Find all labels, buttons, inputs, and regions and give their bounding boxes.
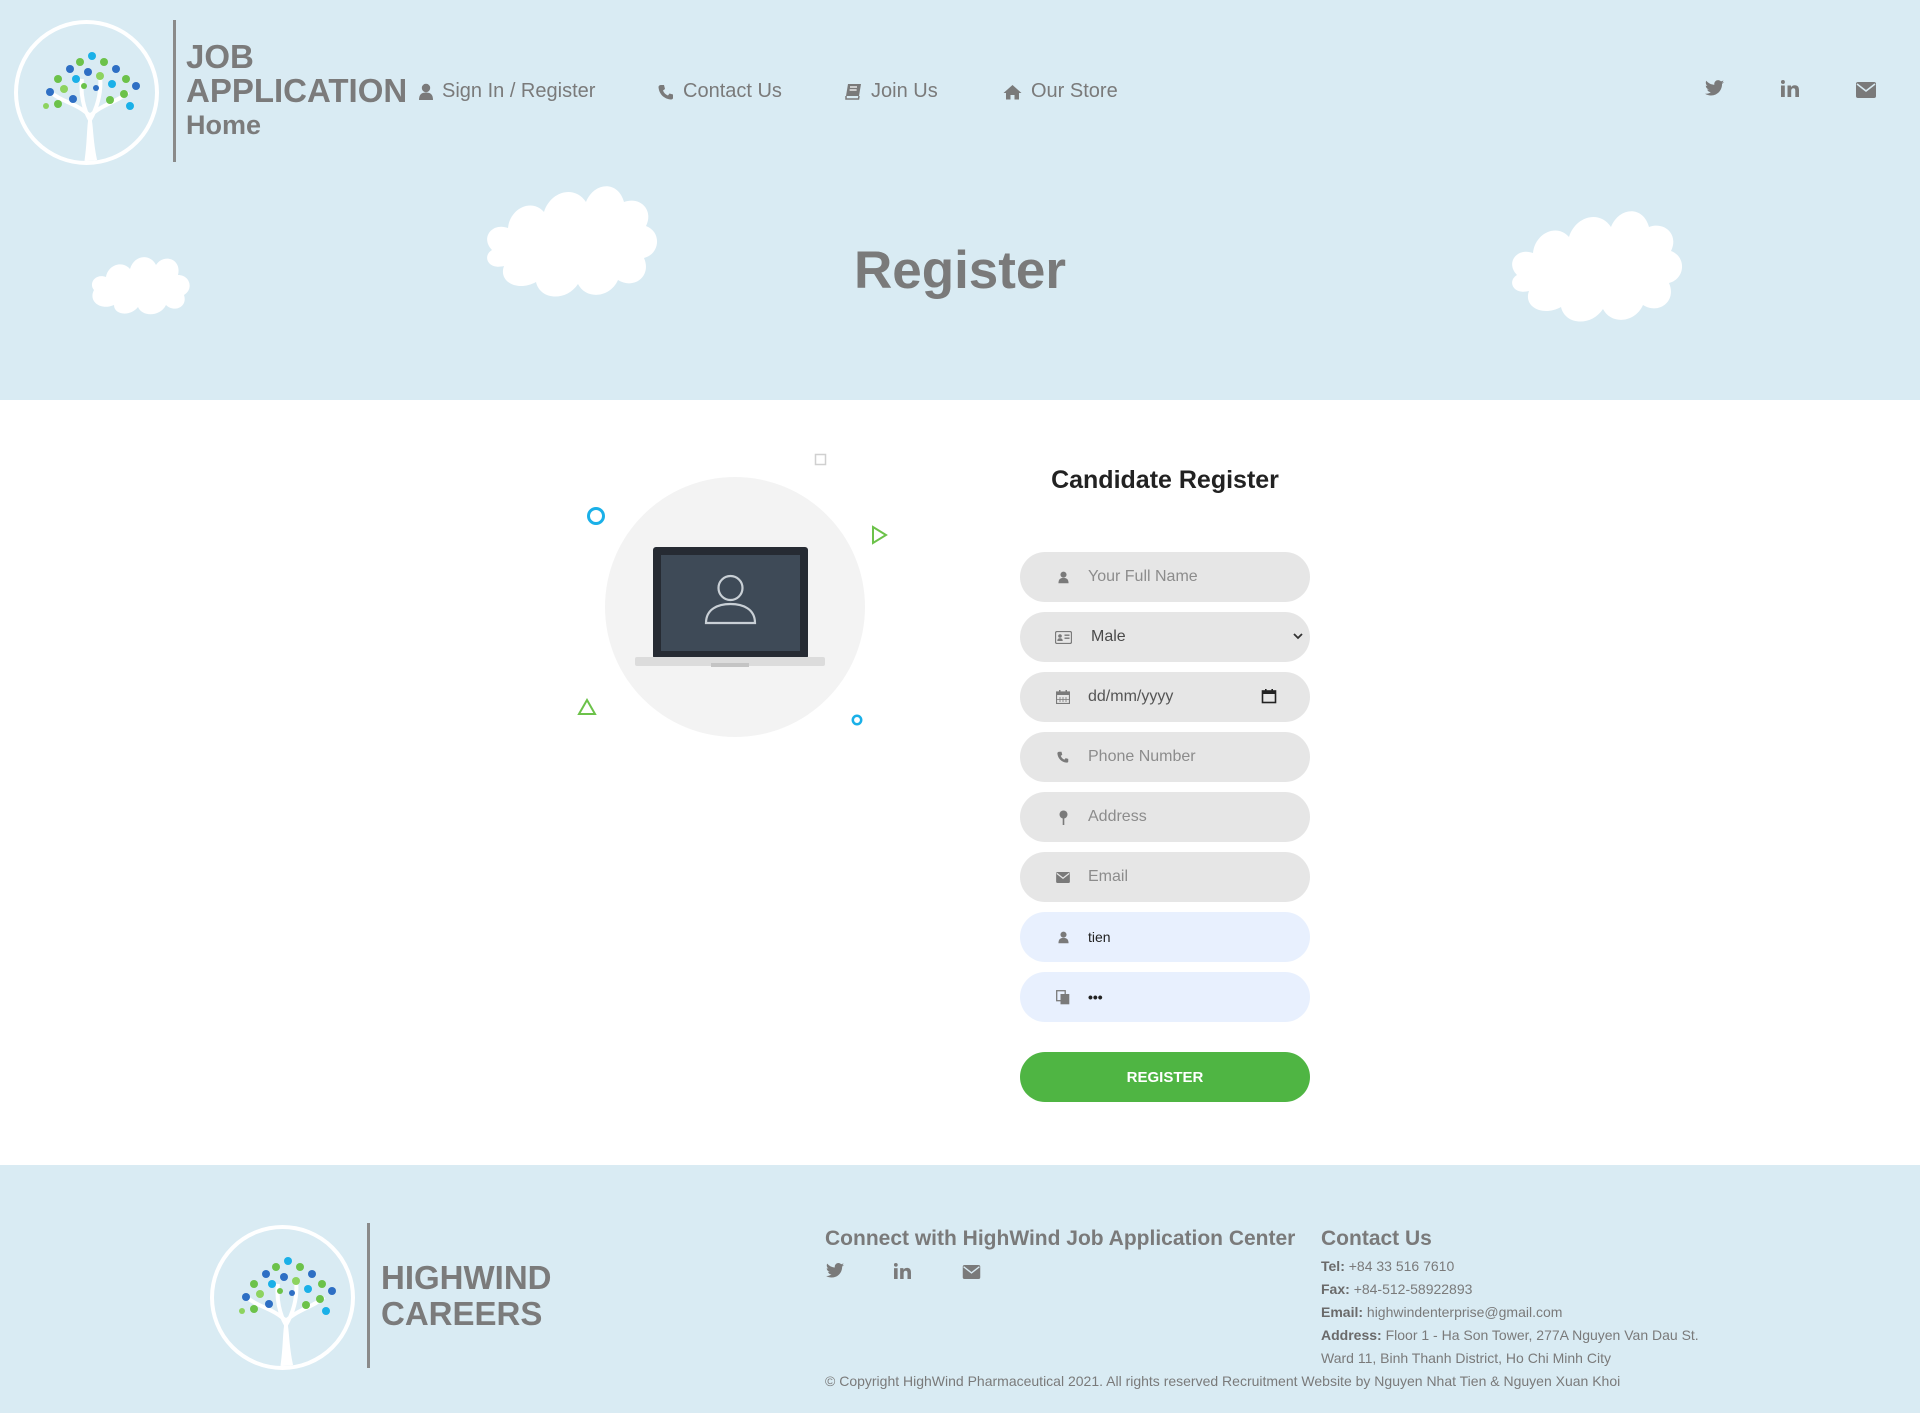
nav-join-us-label: Join Us (871, 80, 938, 102)
brand-line-1: JOB (186, 38, 254, 75)
triangle-decoration (577, 698, 597, 715)
footer-address: Address: Floor 1 - Ha Son Tower, 277A Ng… (1321, 1327, 1699, 1343)
map-pin-icon (1053, 810, 1073, 825)
nav-sign-in-register[interactable]: Sign In / Register (419, 80, 595, 103)
footer-brand-line-1: HIGHWIND (381, 1259, 552, 1296)
phone-number-input[interactable]: Phone Number (1020, 732, 1310, 782)
brand-home-link[interactable]: Home (186, 108, 407, 142)
username-input[interactable]: tien (1020, 912, 1310, 962)
footer-logo-divider (367, 1223, 370, 1368)
email-input[interactable]: Email (1020, 852, 1310, 902)
twitter-icon[interactable] (1705, 80, 1724, 96)
gender-value: Male (1091, 628, 1126, 645)
tree-logo[interactable] (14, 20, 159, 165)
phone-placeholder: Phone Number (1088, 748, 1196, 765)
footer-email: Email: highwindenterprise@gmail.com (1321, 1304, 1562, 1320)
copy-icon (1053, 989, 1073, 1005)
date-of-birth-input[interactable]: dd/mm/yyyy (1020, 672, 1310, 722)
envelope-icon[interactable] (962, 1265, 981, 1279)
gender-select[interactable]: Male (1020, 612, 1310, 662)
nav-join-us[interactable]: Join Us (845, 80, 938, 103)
square-decoration (814, 453, 827, 466)
password-value: ••• (1088, 989, 1103, 1005)
user-icon (1053, 571, 1073, 584)
laptop-user-icon (635, 547, 825, 667)
linkedin-icon[interactable] (894, 1263, 911, 1279)
linkedin-icon[interactable] (1781, 80, 1799, 97)
logo-divider (173, 20, 176, 162)
address-input[interactable]: Address (1020, 792, 1310, 842)
circle-decoration (587, 507, 605, 525)
envelope-icon (1053, 871, 1073, 883)
nav-our-store[interactable]: Our Store (1003, 80, 1118, 103)
nav-contact-us-label: Contact Us (683, 80, 782, 102)
play-triangle-decoration (872, 525, 888, 545)
address-placeholder: Address (1088, 808, 1147, 825)
date-placeholder: dd/mm/yyyy (1088, 688, 1174, 705)
footer-brand: HIGHWIND CAREERS (381, 1260, 551, 1332)
twitter-icon[interactable] (826, 1263, 844, 1278)
small-circle-decoration (851, 714, 863, 726)
book-icon (845, 84, 861, 100)
nav-our-store-label: Our Store (1031, 80, 1118, 102)
calendar-picker-icon[interactable] (1261, 688, 1277, 704)
calendar-icon (1053, 690, 1073, 704)
address-label: Address: (1321, 1327, 1382, 1343)
form-title: Candidate Register (1051, 466, 1279, 494)
register-button[interactable]: REGISTER (1020, 1052, 1310, 1102)
fax-label: Fax: (1321, 1281, 1350, 1297)
username-value: tien (1088, 929, 1111, 945)
copyright-text: © Copyright HighWind Pharmaceutical 2021… (825, 1373, 1621, 1389)
page-title: Register (853, 241, 1067, 300)
phone-icon (1053, 751, 1073, 763)
footer-tel: Tel: +84 33 516 7610 (1321, 1258, 1454, 1274)
email-placeholder: Email (1088, 868, 1129, 885)
brand-line-2: APPLICATION (186, 72, 408, 109)
footer-address-line-2: Ward 11, Binh Thanh District, Ho Chi Min… (1321, 1350, 1611, 1366)
fax-value: +84-512-58922893 (1353, 1281, 1473, 1297)
connect-heading: Connect with HighWind Job Application Ce… (825, 1227, 1296, 1250)
home-icon (1003, 84, 1022, 99)
email-value[interactable]: highwindenterprise@gmail.com (1367, 1304, 1563, 1320)
tel-value: +84 33 516 7610 (1348, 1258, 1455, 1274)
address-line-1: Floor 1 - Ha Son Tower, 277A Nguyen Van … (1385, 1327, 1699, 1343)
site-brand[interactable]: JOB APPLICATION Home (186, 40, 407, 142)
phone-icon (658, 84, 673, 99)
full-name-input[interactable]: Your Full Name (1020, 552, 1310, 602)
tel-label: Tel: (1321, 1258, 1345, 1274)
chevron-down-icon[interactable] (1292, 630, 1304, 642)
user-icon (419, 83, 433, 100)
envelope-icon[interactable] (1856, 82, 1876, 98)
password-input[interactable]: ••• (1020, 972, 1310, 1022)
id-card-icon (1053, 630, 1073, 644)
email-label: Email: (1321, 1304, 1364, 1320)
footer-brand-line-2: CAREERS (381, 1295, 543, 1332)
tree-logo[interactable] (210, 1225, 355, 1370)
full-name-placeholder: Your Full Name (1088, 568, 1198, 585)
nav-contact-us[interactable]: Contact Us (658, 80, 782, 103)
nav-sign-in-register-label: Sign In / Register (442, 80, 596, 102)
footer-fax: Fax: +84-512-58922893 (1321, 1281, 1472, 1297)
user-icon (1053, 931, 1073, 944)
footer-contact-heading: Contact Us (1321, 1227, 1432, 1250)
